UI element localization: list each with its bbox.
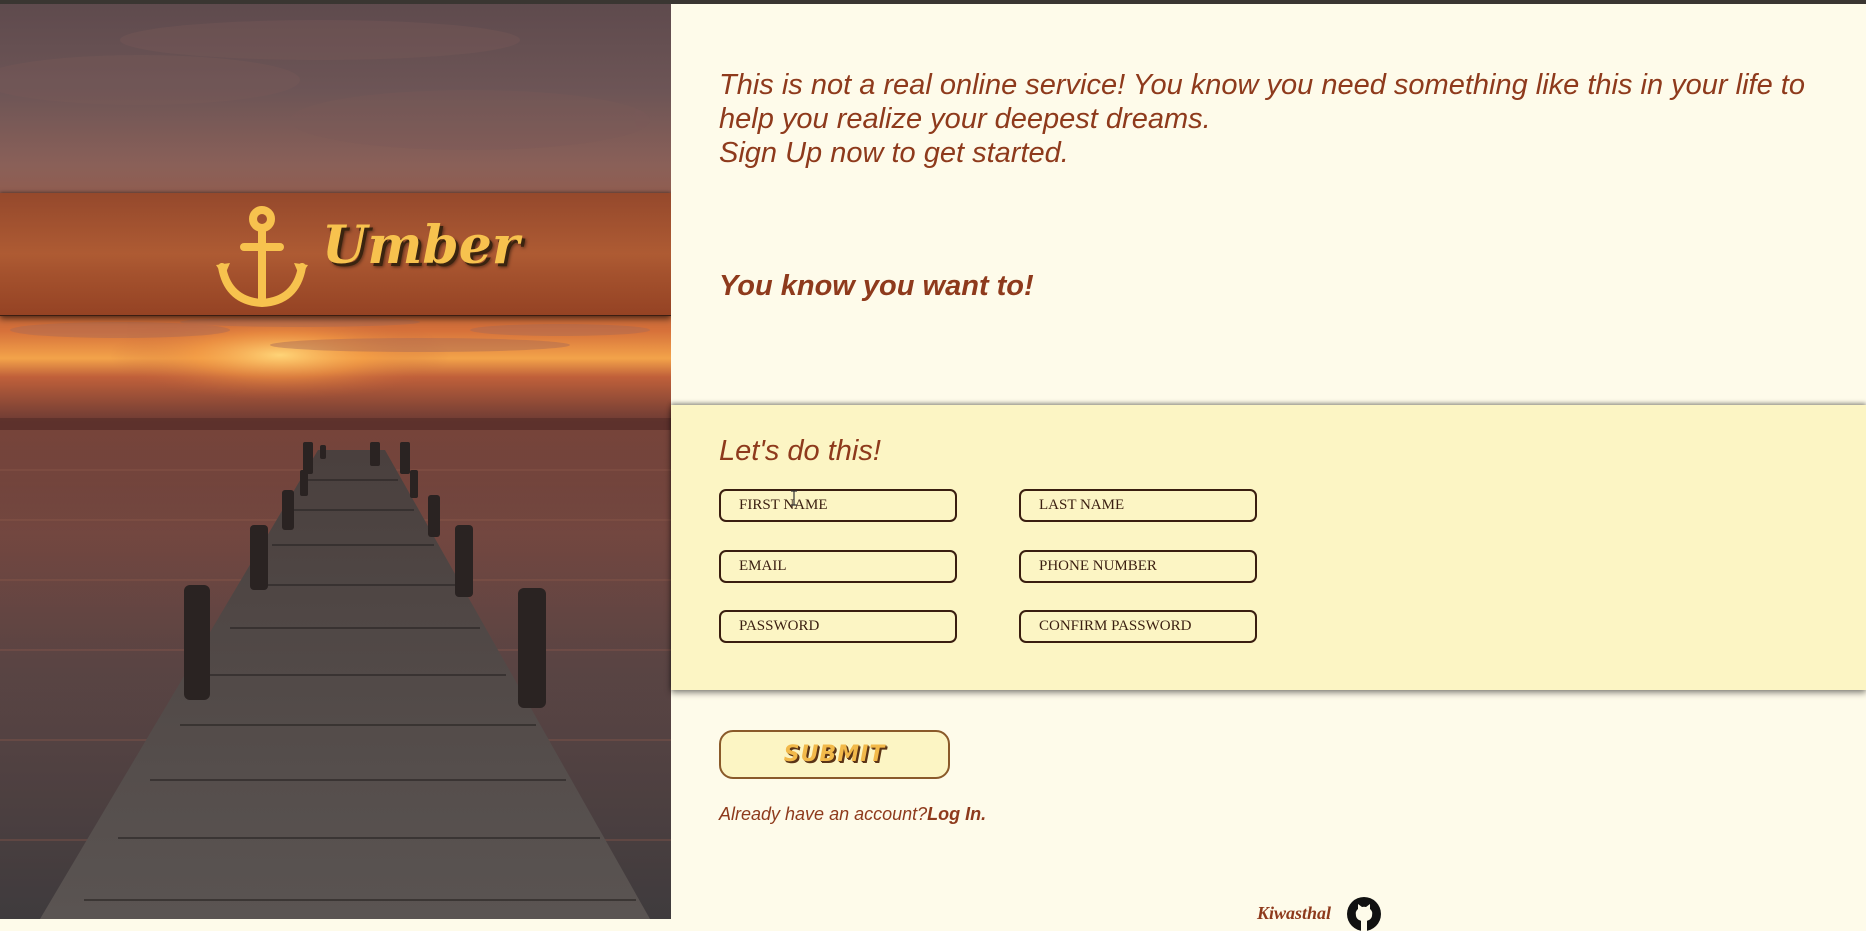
- first-name-input[interactable]: [719, 489, 957, 522]
- last-name-input[interactable]: [1019, 489, 1257, 522]
- submit-button[interactable]: SUBMIT: [719, 730, 950, 779]
- login-prompt-text: Already have an account?: [719, 804, 928, 824]
- tagline: You know you want to!: [719, 270, 1034, 302]
- intro-text: This is not a real online service! You k…: [719, 68, 1859, 170]
- text-cursor-icon: [791, 490, 797, 506]
- phone-number-input[interactable]: [1019, 550, 1257, 583]
- brand-logo-text[interactable]: Umber: [322, 216, 519, 276]
- signup-content: This is not a real online service! You k…: [671, 0, 1866, 931]
- email-input[interactable]: [719, 550, 957, 583]
- form-title: Let's do this!: [719, 435, 881, 467]
- login-prompt: Already have an account?Log In.: [719, 804, 986, 825]
- anchor-icon: [216, 206, 308, 308]
- password-input[interactable]: [719, 610, 957, 643]
- confirm-password-input[interactable]: [1019, 610, 1257, 643]
- top-border: [0, 0, 1866, 4]
- intro-line-1: This is not a real online service! You k…: [719, 69, 1805, 135]
- hero-image-panel: Umber: [0, 0, 671, 919]
- login-link[interactable]: Log In.: [927, 804, 986, 824]
- intro-line-2: Sign Up now to get started.: [719, 137, 1069, 169]
- sunset-pier-image: [0, 0, 671, 919]
- signup-form: Let's do this!: [671, 405, 1866, 690]
- footer-author[interactable]: Kiwasthal: [1257, 903, 1331, 924]
- github-icon[interactable]: [1347, 897, 1381, 931]
